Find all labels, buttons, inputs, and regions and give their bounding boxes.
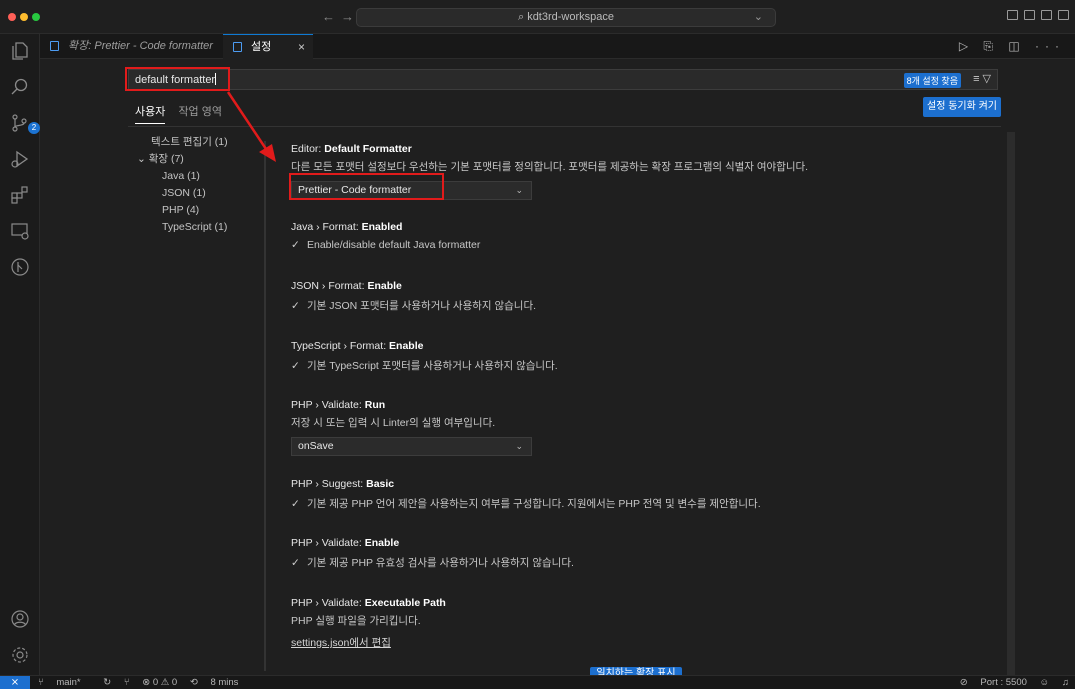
status-bar: ⨯ ⑂ main* ↻ ⑂ ⊗ 0 ⚠ 0 ⟲ 8 mins ⊘ Port : … (0, 675, 1075, 689)
close-icon[interactable]: × (298, 35, 305, 59)
checkbox-checked-icon[interactable]: ✓ (291, 239, 307, 251)
annotation-search-highlight (125, 67, 230, 91)
tab-workspace-settings[interactable]: 작업 영역 (178, 103, 222, 123)
result-count-badge: 8개 설정 찾음 (903, 73, 961, 88)
settings-list: Editor: Default Formatter 다른 모든 포맷터 설정보다… (264, 131, 1004, 675)
settings-search-input[interactable]: default formatter 8개 설정 찾음 ≡ ▽ (128, 69, 998, 90)
source-control-graph-icon[interactable]: ⑂ (124, 677, 130, 688)
no-entry-icon: ⊘ (959, 677, 971, 688)
setting-php-executable-path: PHP › Validate: Executable Path PHP 실행 파… (291, 597, 446, 649)
checkbox-checked-icon[interactable]: ✓ (291, 557, 307, 569)
setting-php-suggest: PHP › Suggest: Basic ✓ 기본 제공 PHP 언어 제안을 사… (291, 478, 761, 510)
extensions-icon[interactable] (9, 184, 31, 206)
scrollbar[interactable] (1007, 132, 1015, 677)
tab-bar: 확장: Prettier - Code formatter 설정 × ▷ ⎘ ◫… (40, 34, 1075, 59)
settings-file-icon (233, 42, 242, 52)
chevron-down-icon: ⌄ (515, 441, 523, 451)
command-center[interactable]: ⌕ kdt3rd-workspace ⌄ (356, 8, 776, 27)
close-window-button[interactable] (8, 13, 16, 21)
toc-item-typescript[interactable]: TypeScript (1) (137, 219, 228, 236)
account-icon[interactable] (9, 608, 31, 630)
settings-toc: 텍스트 편집기 (1) ⌄ 확장 (7) Java (1) JSON (1) P… (137, 134, 228, 236)
toggle-panel-icon[interactable] (1024, 10, 1035, 20)
setting-php-validate-run: PHP › Validate: Run 저장 시 또는 입력 시 Linter의… (291, 399, 991, 456)
tab-user-settings[interactable]: 사용자 (135, 103, 166, 124)
settings-editor: default formatter 8개 설정 찾음 ≡ ▽ 사용자 작업 영역… (40, 59, 1075, 681)
source-control-badge: 2 (28, 122, 40, 134)
checkbox-checked-icon[interactable]: ✓ (291, 360, 307, 372)
setting-php-validate-enable: PHP › Validate: Enable ✓ 기본 제공 PHP 유효성 검사… (291, 537, 574, 569)
nav-arrows[interactable]: ←→ (322, 9, 360, 24)
problems-status[interactable]: ⊗ 0 ⚠ 0 (142, 677, 177, 688)
tab-settings[interactable]: 설정 × (223, 34, 313, 59)
setting-json-format: JSON › Format: Enable ✓ 기본 JSON 포맷터를 사용하거… (291, 280, 537, 312)
preview-file-icon (50, 41, 59, 51)
feedback-icon[interactable]: ☺ (1040, 677, 1050, 688)
zoom-window-button[interactable] (32, 13, 40, 21)
sync-icon[interactable]: ↻ (103, 677, 111, 688)
minimize-window-button[interactable] (20, 13, 28, 21)
chevron-down-icon: ⌄ (515, 185, 523, 195)
remote-explorer-icon[interactable] (9, 220, 31, 242)
notifications-bell-icon[interactable]: ♫ (1062, 677, 1069, 688)
explorer-icon[interactable] (9, 40, 31, 62)
time-status[interactable]: ⟲ 8 mins (190, 677, 249, 688)
toc-item-text-editor[interactable]: 텍스트 편집기 (1) (137, 134, 228, 151)
divider (128, 126, 1001, 127)
checkbox-checked-icon[interactable]: ✓ (291, 498, 307, 510)
toc-item-java[interactable]: Java (1) (137, 168, 228, 185)
edit-in-settings-json-link[interactable]: settings.json에서 편집 (291, 637, 391, 649)
chevron-down-icon: ⌄ (137, 153, 149, 165)
toggle-secondary-sidebar-icon[interactable] (1041, 10, 1052, 20)
layout-controls (1007, 10, 1069, 20)
chevron-down-icon: ⌄ (753, 11, 763, 23)
settings-sync-button[interactable]: 설정 동기화 켜기 (923, 97, 1001, 117)
scope-tabs: 사용자 작업 영역 (135, 103, 232, 124)
toc-item-extensions[interactable]: ⌄ 확장 (7) (137, 151, 228, 168)
toggle-sidebar-icon[interactable] (1007, 10, 1018, 20)
search-icon: ⌕ (517, 11, 528, 23)
run-debug-icon[interactable] (9, 148, 31, 170)
history-icon: ⟲ (189, 677, 201, 688)
toc-item-php[interactable]: PHP (4) (137, 202, 228, 219)
manage-gear-icon[interactable] (9, 644, 31, 666)
checkbox-checked-icon[interactable]: ✓ (291, 300, 307, 312)
filter-icon[interactable]: ≡ ▽ (973, 72, 991, 85)
customize-layout-icon[interactable] (1058, 10, 1069, 20)
git-graph-icon[interactable] (9, 256, 31, 278)
annotation-dropdown-highlight (289, 173, 444, 200)
setting-java-format: Java › Format: Enabled ✓ Enable/disable d… (291, 221, 481, 251)
port-status[interactable]: ⊘ Port : 5500 (950, 677, 1027, 688)
remote-indicator-icon[interactable]: ⨯ (0, 676, 30, 689)
editor-actions[interactable]: ▷ ⎘ ◫ ··· (959, 39, 1065, 54)
search-icon[interactable] (9, 76, 31, 98)
branch-status[interactable]: ⑂ main* (38, 677, 91, 688)
title-bar: ←→ ⌕ kdt3rd-workspace ⌄ (0, 0, 1075, 34)
branch-icon: ⑂ (38, 677, 47, 688)
tab-prettier-extension[interactable]: 확장: Prettier - Code formatter (40, 34, 220, 59)
activity-bar: 2 (0, 34, 40, 675)
php-validate-run-select[interactable]: onSave ⌄ (291, 437, 532, 456)
setting-typescript-format: TypeScript › Format: Enable ✓ 기본 TypeScri… (291, 340, 558, 372)
modified-indicator (264, 141, 266, 671)
toc-item-json[interactable]: JSON (1) (137, 185, 228, 202)
